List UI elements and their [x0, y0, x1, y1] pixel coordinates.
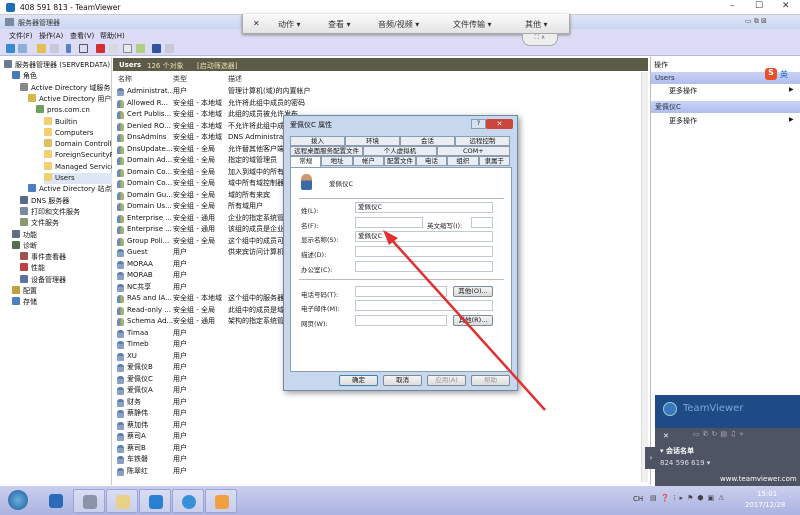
- teamviewer-panel: TeamViewer ✕ ▭✆↻▤♫» › ▾ 会话名单 824 596 619…: [645, 395, 800, 488]
- taskbar-explorer[interactable]: [106, 489, 138, 513]
- tray-icons[interactable]: ▤❓⁝▸⚑⬢▣⚠: [650, 494, 728, 502]
- tv-url[interactable]: www.teamviewer.com: [720, 475, 797, 483]
- taskbar-app[interactable]: [205, 489, 237, 513]
- arrow-shaft: [389, 237, 546, 411]
- language-indicator[interactable]: CH: [633, 495, 643, 503]
- tv-panel-close[interactable]: ✕: [663, 432, 669, 440]
- tv-session-list[interactable]: ▾ 会话名单: [660, 446, 694, 456]
- tv-panel-tools[interactable]: ▭✆↻▤♫»: [693, 430, 747, 438]
- tv-brand: TeamViewer: [683, 403, 744, 414]
- tv-panel-expand[interactable]: ›: [645, 447, 657, 469]
- taskbar-internet-explorer[interactable]: [172, 489, 204, 513]
- tv-session-id[interactable]: 824 596 619 ▾: [660, 459, 710, 467]
- tv-panel-header: TeamViewer: [655, 395, 800, 428]
- teamviewer-logo-icon: [663, 402, 677, 416]
- clock-time[interactable]: 15:01: [757, 490, 777, 498]
- clock-date[interactable]: 2017/12/28: [745, 501, 785, 509]
- taskbar-powershell[interactable]: [40, 489, 72, 513]
- start-button[interactable]: [8, 490, 28, 510]
- taskbar-server-manager[interactable]: [73, 489, 105, 513]
- taskbar: CH ▤❓⁝▸⚑⬢▣⚠ 15:01 2017/12/28: [0, 486, 800, 515]
- taskbar-teamviewer[interactable]: [139, 489, 171, 513]
